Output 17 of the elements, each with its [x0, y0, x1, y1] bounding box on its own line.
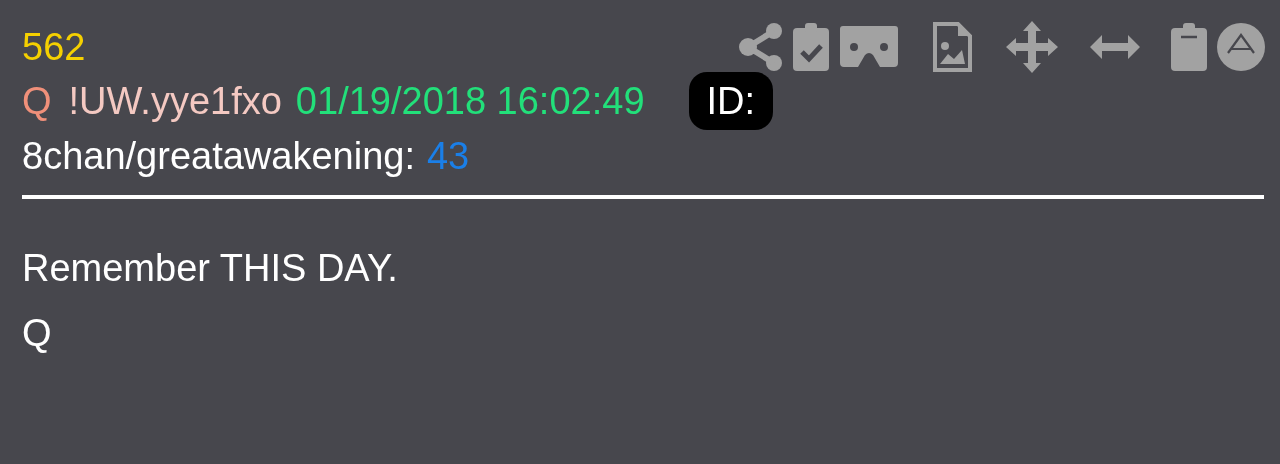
letter-circle-icon[interactable]: [1216, 22, 1266, 72]
board-name: 8chan/greatawakening:: [22, 137, 415, 175]
clipboard-icon[interactable]: [1170, 22, 1208, 72]
share-icon[interactable]: [738, 22, 784, 72]
thread-link[interactable]: 43: [426, 137, 470, 175]
image-file-icon[interactable]: [932, 22, 972, 72]
clipboard-check-icon[interactable]: [792, 22, 830, 72]
horizontal-arrows-icon[interactable]: [1090, 32, 1140, 62]
author-name: Q: [22, 82, 52, 120]
tripcode: !UW.yye1fxo: [68, 82, 282, 120]
post-number: 562: [22, 28, 86, 66]
vr-headset-icon[interactable]: [838, 25, 900, 69]
post-text-line: Q: [22, 314, 52, 352]
id-badge: ID:: [688, 72, 774, 130]
post-timestamp: 01/19/2018 16:02:49: [295, 82, 645, 120]
move-icon[interactable]: [1006, 21, 1058, 73]
post-text-line: Remember THIS DAY.: [22, 249, 398, 287]
